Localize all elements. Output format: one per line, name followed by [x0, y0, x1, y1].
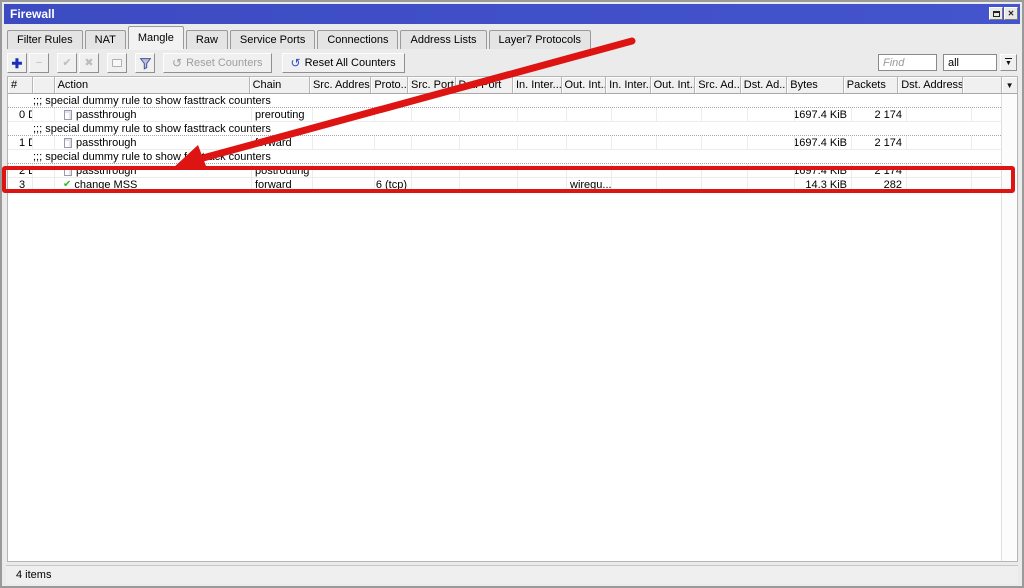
- status-bar: 4 items: [6, 565, 1018, 584]
- action-label: change MSS: [74, 179, 137, 191]
- maximize-icon: [993, 11, 1000, 17]
- filter-scope-dropdown-button[interactable]: ▼: [1000, 54, 1017, 71]
- action-label: passthrough: [76, 165, 137, 177]
- filter-scope-select[interactable]: all: [943, 54, 997, 71]
- col-filler: [963, 77, 1002, 93]
- maximize-button[interactable]: [989, 7, 1003, 20]
- table-row-0[interactable]: 0 D passthrough prerouting 1697.4 KiB 2 …: [8, 108, 1017, 122]
- col-src-address-list[interactable]: Src. Ad...: [695, 77, 741, 93]
- col-chain[interactable]: Chain: [250, 77, 310, 93]
- col-src-address[interactable]: Src. Address: [310, 77, 371, 93]
- enable-button[interactable]: ✔: [57, 53, 77, 73]
- reset-all-counters-button[interactable]: ↺ Reset All Counters: [282, 53, 405, 73]
- toolbar: ✚ − ✔ ✖ ↺ Reset Counters ↺ Reset All Cou…: [7, 52, 1018, 74]
- chevron-down-icon: ▼: [1006, 81, 1014, 90]
- tab-bar: Filter Rules NAT Mangle Raw Service Port…: [7, 28, 1018, 49]
- tab-connections[interactable]: Connections: [317, 30, 398, 49]
- checkmark-icon: ✔: [62, 58, 71, 69]
- table-row-2[interactable]: 2 D passthrough postrouting 1697.4 KiB 2…: [8, 164, 1017, 178]
- tab-mangle[interactable]: Mangle: [128, 26, 184, 49]
- col-dst-address[interactable]: Dst. Address: [898, 77, 962, 93]
- close-icon: ✕: [1008, 10, 1015, 18]
- col-flags[interactable]: [33, 77, 55, 93]
- tab-layer7-protocols[interactable]: Layer7 Protocols: [489, 30, 592, 49]
- comment-row[interactable]: ;;; special dummy rule to show fasttrack…: [8, 94, 1017, 108]
- cross-icon: ✖: [84, 58, 93, 69]
- table-row-1[interactable]: 1 D passthrough forward 1697.4 KiB 2 174: [8, 136, 1017, 150]
- rules-table: # Action Chain Src. Address Proto... Src…: [7, 76, 1018, 562]
- comment-button[interactable]: [107, 53, 127, 73]
- col-in-interface[interactable]: In. Inter...: [513, 77, 562, 93]
- reset-counters-button[interactable]: ↺ Reset Counters: [163, 53, 272, 73]
- reset-all-icon: ↺: [291, 56, 301, 70]
- col-out-interface-list[interactable]: Out. Int...: [651, 77, 696, 93]
- comment-row[interactable]: ;;; special dummy rule to show fasttrack…: [8, 122, 1017, 136]
- reset-icon: ↺: [172, 56, 182, 70]
- col-protocol[interactable]: Proto...: [371, 77, 408, 93]
- comment-icon: [112, 59, 122, 67]
- col-in-interface-list[interactable]: In. Inter...: [606, 77, 651, 93]
- document-icon: [64, 166, 72, 176]
- document-icon: [64, 110, 72, 120]
- plus-icon: ✚: [12, 57, 23, 70]
- chevron-down-icon: ▼: [1005, 58, 1012, 67]
- col-number[interactable]: #: [8, 77, 33, 93]
- find-input[interactable]: [878, 54, 937, 71]
- col-dst-address-list[interactable]: Dst. Ad...: [741, 77, 788, 93]
- col-packets[interactable]: Packets: [844, 77, 898, 93]
- col-bytes[interactable]: Bytes: [787, 77, 843, 93]
- firewall-window: Firewall ✕ Filter Rules NAT Mangle Raw S…: [0, 0, 1024, 588]
- minus-icon: −: [36, 58, 42, 69]
- comment-row[interactable]: ;;; special dummy rule to show fasttrack…: [8, 150, 1017, 164]
- column-config-button[interactable]: ▼: [1001, 77, 1017, 93]
- remove-button[interactable]: −: [29, 53, 49, 73]
- funnel-icon: [139, 57, 152, 70]
- window-title: Firewall: [10, 7, 55, 21]
- tab-address-lists[interactable]: Address Lists: [400, 30, 486, 49]
- add-button[interactable]: ✚: [7, 53, 27, 73]
- col-src-port[interactable]: Src. Port: [408, 77, 456, 93]
- disable-button[interactable]: ✖: [79, 53, 99, 73]
- col-dst-port[interactable]: Dst. Port: [456, 77, 513, 93]
- action-label: passthrough: [76, 109, 137, 121]
- close-button[interactable]: ✕: [1004, 7, 1018, 20]
- col-action[interactable]: Action: [55, 77, 250, 93]
- tab-nat[interactable]: NAT: [85, 30, 126, 49]
- items-count: 4 items: [16, 569, 51, 581]
- table-header: # Action Chain Src. Address Proto... Src…: [8, 77, 1017, 94]
- scrollbar-gutter[interactable]: [1001, 94, 1017, 561]
- tab-service-ports[interactable]: Service Ports: [230, 30, 315, 49]
- document-icon: [64, 138, 72, 148]
- enabled-check-icon: ✔: [63, 179, 71, 190]
- col-out-interface[interactable]: Out. Int...: [562, 77, 607, 93]
- filter-button[interactable]: [135, 53, 155, 73]
- tab-filter-rules[interactable]: Filter Rules: [7, 30, 83, 49]
- table-row-3-highlighted[interactable]: 3 ✔change MSS forward 6 (tcp) wiregu... …: [8, 178, 1017, 192]
- tab-raw[interactable]: Raw: [186, 30, 228, 49]
- title-bar[interactable]: Firewall ✕: [4, 4, 1020, 24]
- action-label: passthrough: [76, 137, 137, 149]
